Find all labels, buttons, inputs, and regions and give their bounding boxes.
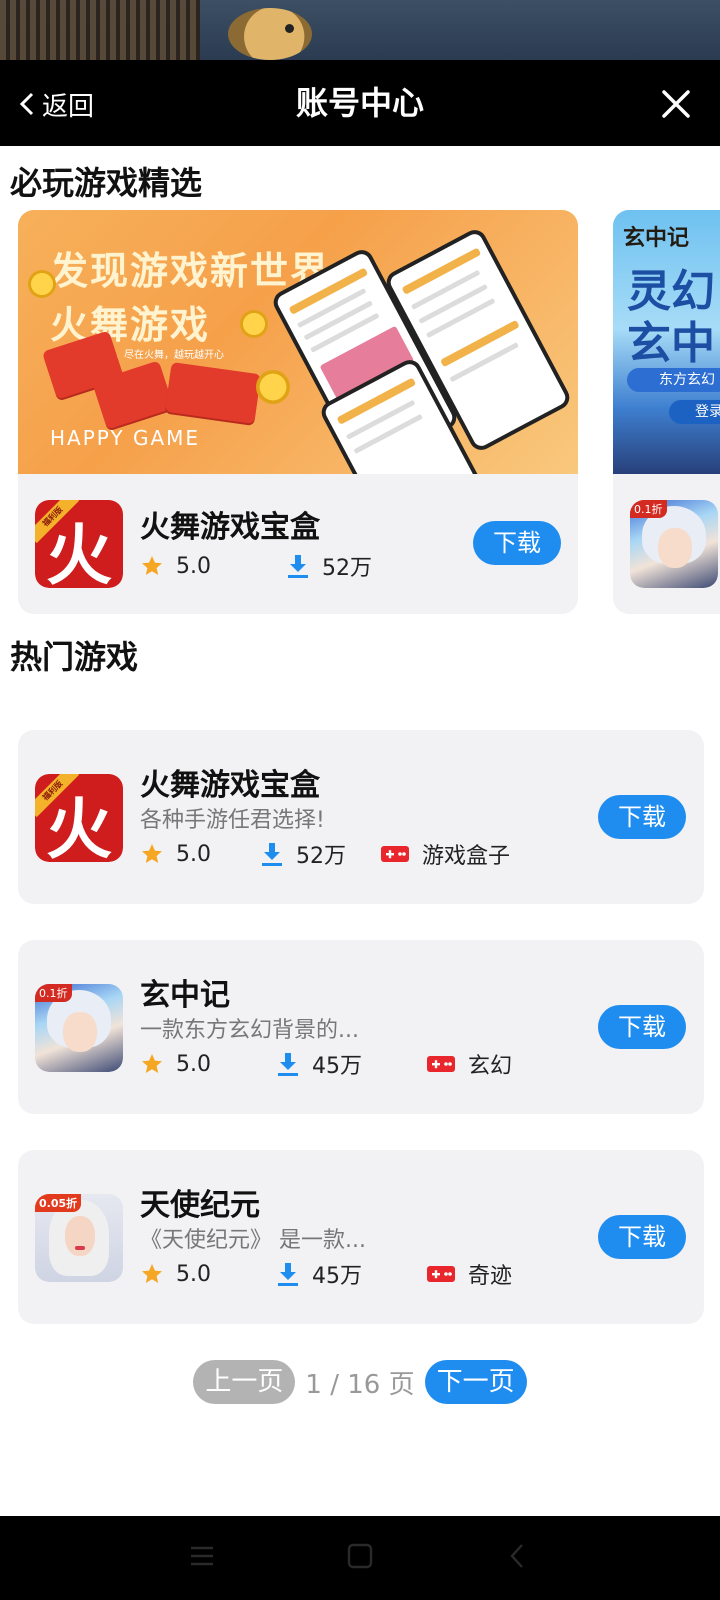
download-icon bbox=[278, 1263, 298, 1286]
game-name: 玄中记 bbox=[140, 978, 230, 1013]
game-card[interactable]: 0.1折 玄中记 一款东方玄幻背景的... 5.0 45万 玄幻 下载 bbox=[18, 940, 704, 1114]
game-meta: 5.0 52万 游戏盒子 bbox=[140, 838, 510, 870]
star-icon bbox=[142, 1054, 162, 1073]
app-icon[interactable]: 0.1折 bbox=[35, 984, 123, 1072]
downloads-value: 45万 bbox=[312, 1054, 362, 1079]
gamepad-icon bbox=[381, 846, 409, 862]
game-tag: 奇迹 bbox=[468, 1264, 513, 1289]
game-description: 一款东方玄幻背景的... bbox=[140, 1018, 359, 1043]
download-button[interactable]: 下载 bbox=[473, 521, 561, 565]
app-icon[interactable]: 火 福利版 bbox=[35, 500, 123, 588]
downloads-value: 45万 bbox=[312, 1264, 362, 1289]
banner-subtitle: 东方玄幻 bbox=[627, 368, 720, 392]
discount-tag: 0.1折 bbox=[630, 500, 667, 518]
game-tag: 玄幻 bbox=[468, 1054, 513, 1079]
download-icon bbox=[262, 843, 282, 866]
background-beams bbox=[0, 0, 200, 60]
game-card[interactable]: 火 福利版 火舞游戏宝盒 各种手游任君选择! 5.0 52万 游戏盒子 下载 bbox=[18, 730, 704, 904]
discount-tag: 0.05折 bbox=[35, 1194, 82, 1212]
app-icon[interactable]: 0.05折 bbox=[35, 1194, 123, 1282]
featured-banner-next[interactable]: 玄中记 灵幻玄中 东方玄幻 登录 bbox=[613, 210, 720, 474]
pufferfish-image bbox=[228, 8, 312, 60]
hot-section-title: 热门游戏 bbox=[10, 638, 139, 676]
downloads-value: 52万 bbox=[322, 556, 372, 581]
home-icon[interactable] bbox=[346, 1542, 374, 1570]
gamepad-icon bbox=[427, 1266, 455, 1282]
header-bar: 返回 账号中心 bbox=[0, 60, 720, 146]
discount-tag: 0.1折 bbox=[35, 984, 72, 1002]
game-description: 《天使纪元》 是一款... bbox=[140, 1228, 366, 1253]
system-nav-bar bbox=[0, 1516, 720, 1600]
game-name: 火舞游戏宝盒 bbox=[140, 768, 320, 803]
featured-section-title: 必玩游戏精选 bbox=[10, 164, 203, 202]
featured-card-next[interactable]: 玄中记 灵幻玄中 东方玄幻 登录 0.1折 bbox=[613, 210, 720, 614]
coin-image bbox=[240, 310, 268, 338]
banner-english: HAPPY GAME bbox=[50, 426, 201, 450]
prev-page-button[interactable]: 上一页 bbox=[193, 1360, 296, 1404]
download-button[interactable]: 下载 bbox=[598, 1215, 686, 1259]
app-icon[interactable]: 0.1折 bbox=[630, 500, 718, 588]
rating-value: 5.0 bbox=[176, 1261, 211, 1287]
game-meta: 5.0 45万 玄幻 bbox=[140, 1048, 512, 1080]
rating-value: 5.0 bbox=[176, 1051, 211, 1077]
next-page-button[interactable]: 下一页 bbox=[424, 1360, 527, 1404]
banner-headline: 灵幻玄中 bbox=[627, 266, 715, 369]
menu-icon[interactable] bbox=[188, 1542, 216, 1570]
page-indicator: 1 / 16 页 bbox=[305, 1369, 415, 1400]
app-meta: 5.0 52万 bbox=[140, 550, 372, 582]
page-title: 账号中心 bbox=[295, 84, 424, 122]
star-icon bbox=[142, 1264, 162, 1283]
coin-image bbox=[256, 370, 290, 404]
game-card[interactable]: 0.05折 天使纪元 《天使纪元》 是一款... 5.0 45万 奇迹 下载 bbox=[18, 1150, 704, 1324]
featured-banner[interactable]: 发现游戏新世界 火舞游戏 海量精品游戏，尽在火舞，越玩越开心 HAPPY GAM… bbox=[18, 210, 578, 474]
star-icon bbox=[142, 844, 162, 863]
banner-login-badge: 登录 bbox=[669, 400, 720, 424]
downloads-value: 52万 bbox=[296, 844, 346, 869]
game-tag: 游戏盒子 bbox=[422, 844, 511, 869]
banner-brand: 玄中记 bbox=[623, 226, 690, 251]
game-background bbox=[0, 0, 720, 60]
rating-value: 5.0 bbox=[176, 841, 211, 867]
download-icon bbox=[288, 555, 308, 578]
gamepad-icon bbox=[427, 1056, 455, 1072]
download-button[interactable]: 下载 bbox=[598, 795, 686, 839]
app-icon[interactable]: 火 福利版 bbox=[35, 774, 123, 862]
download-icon bbox=[278, 1053, 298, 1076]
download-button[interactable]: 下载 bbox=[598, 1005, 686, 1049]
pagination: 上一页 1 / 16 页 下一页 bbox=[0, 1360, 720, 1404]
close-icon[interactable] bbox=[656, 84, 696, 124]
coin-image bbox=[28, 270, 56, 298]
game-description: 各种手游任君选择! bbox=[140, 808, 325, 833]
rating-value: 5.0 bbox=[176, 553, 211, 579]
game-meta: 5.0 45万 奇迹 bbox=[140, 1258, 512, 1290]
back-nav-icon[interactable] bbox=[504, 1542, 532, 1570]
featured-card[interactable]: 发现游戏新世界 火舞游戏 海量精品游戏，尽在火舞，越玩越开心 HAPPY GAM… bbox=[18, 210, 578, 614]
star-icon bbox=[142, 556, 162, 575]
red-envelope-image bbox=[164, 361, 262, 425]
game-name: 天使纪元 bbox=[140, 1188, 260, 1223]
app-name: 火舞游戏宝盒 bbox=[140, 510, 320, 545]
